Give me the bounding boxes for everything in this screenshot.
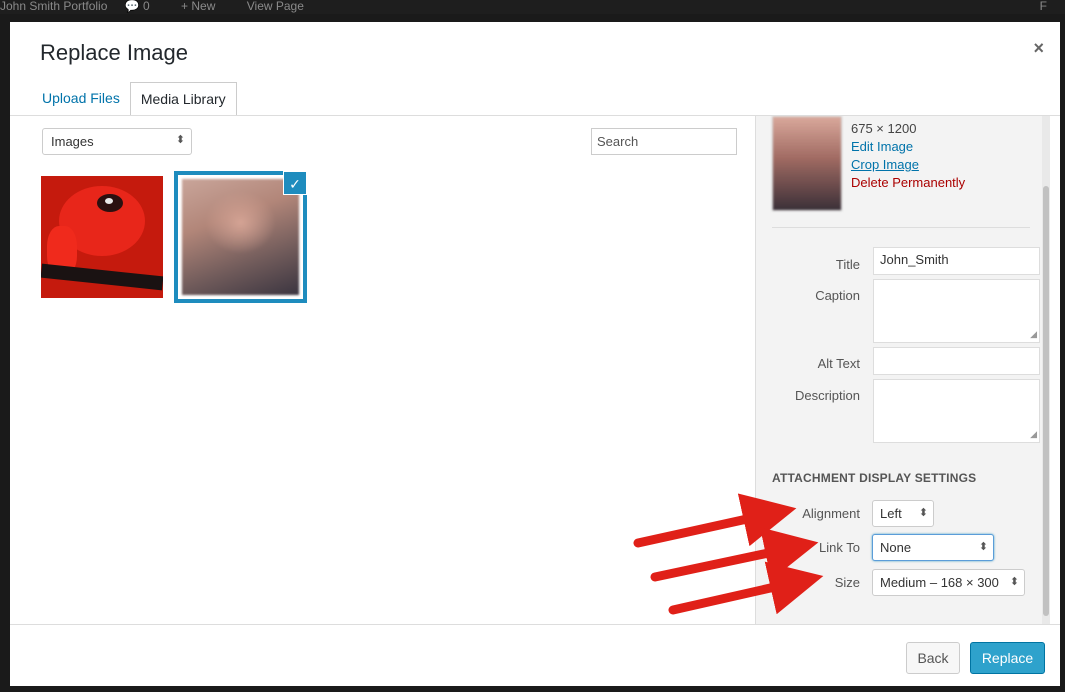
select-arrows-icon: ⬍ (918, 507, 928, 519)
view-page-link[interactable]: View Page (247, 0, 304, 12)
scrollbar-handle[interactable] (1043, 186, 1049, 616)
delete-permanently-link[interactable]: Delete Permanently (851, 174, 965, 192)
tab-media-library[interactable]: Media Library (129, 82, 237, 116)
site-name-link[interactable]: John Smith Portfolio (0, 0, 107, 12)
search-input[interactable]: Search (591, 128, 737, 155)
resize-handle-icon[interactable]: ◢ (1030, 329, 1037, 340)
size-label: Size (834, 575, 860, 590)
display-settings-heading: Attachment Display Settings (772, 471, 977, 485)
comments-link[interactable]: 💬 0 (125, 0, 164, 12)
resize-handle-icon[interactable]: ◢ (1030, 429, 1037, 440)
select-arrows-icon: ⬍ (978, 541, 988, 553)
crop-image-link[interactable]: Crop Image (851, 156, 965, 174)
edit-image-link[interactable]: Edit Image (851, 138, 965, 156)
caption-label: Caption (815, 288, 860, 303)
filter-value: Images (51, 134, 94, 149)
attachment-details-sidebar: 675 × 1200 Edit Image Crop Image Delete … (755, 116, 1050, 624)
title-label: Title (835, 257, 860, 272)
replace-button[interactable]: Replace (970, 642, 1045, 674)
caption-field[interactable]: ◢ (873, 279, 1040, 343)
select-arrows-icon: ⬍ (175, 134, 185, 146)
image-dimensions: 675 × 1200 (851, 121, 917, 136)
new-link[interactable]: + New (181, 0, 229, 12)
back-button[interactable]: Back (906, 642, 960, 674)
modal-title: Replace Image (40, 40, 188, 65)
media-browser: Images ⬍ Search ✓ (10, 116, 755, 624)
sidebar-scrollbar[interactable] (1042, 116, 1050, 624)
description-field[interactable]: ◢ (873, 379, 1040, 443)
select-arrows-icon: ⬍ (1009, 576, 1019, 588)
details-divider (772, 227, 1030, 228)
title-field[interactable]: John_Smith (873, 247, 1040, 275)
thumb-shape (41, 263, 163, 291)
size-value: Medium – 168 × 300 (880, 575, 999, 590)
thumb-shape (105, 198, 113, 204)
link-to-select[interactable]: None ⬍ (872, 534, 994, 561)
attachment-preview (772, 116, 842, 211)
description-label: Description (794, 388, 860, 403)
selected-attachment-thumbnail[interactable]: ✓ (174, 171, 307, 303)
alignment-label: Alignment (802, 506, 860, 521)
tab-upload-files[interactable]: Upload Files (32, 82, 130, 116)
new-label: New (191, 0, 216, 13)
checkmark-icon[interactable]: ✓ (283, 171, 307, 195)
admin-bar: John Smith Portfolio 💬 0 + New View Page… (0, 0, 1065, 14)
size-select[interactable]: Medium – 168 × 300 ⬍ (872, 569, 1025, 596)
replace-image-modal: Replace Image × Upload Files Media Libra… (10, 22, 1060, 686)
comments-count: 0 (143, 0, 150, 13)
media-tabs: Upload Files Media Library (32, 82, 237, 116)
attachment-thumbnail[interactable] (41, 176, 163, 298)
blurred-photo (182, 179, 299, 295)
alt-text-label: Alt Text (817, 356, 860, 371)
link-to-value: None (880, 540, 912, 555)
adminbar-right[interactable]: F (1040, 0, 1047, 12)
modal-toolbar: Back Replace (10, 624, 1060, 686)
media-type-filter[interactable]: Images ⬍ (42, 128, 192, 155)
close-icon[interactable]: × (1033, 38, 1044, 59)
alignment-value: Left (880, 506, 902, 521)
attachment-meta: 675 × 1200 Edit Image Crop Image Delete … (851, 120, 965, 192)
alignment-select[interactable]: Left ⬍ (872, 500, 934, 527)
link-to-label: Link To (819, 540, 860, 555)
alt-text-field[interactable] (873, 347, 1040, 375)
